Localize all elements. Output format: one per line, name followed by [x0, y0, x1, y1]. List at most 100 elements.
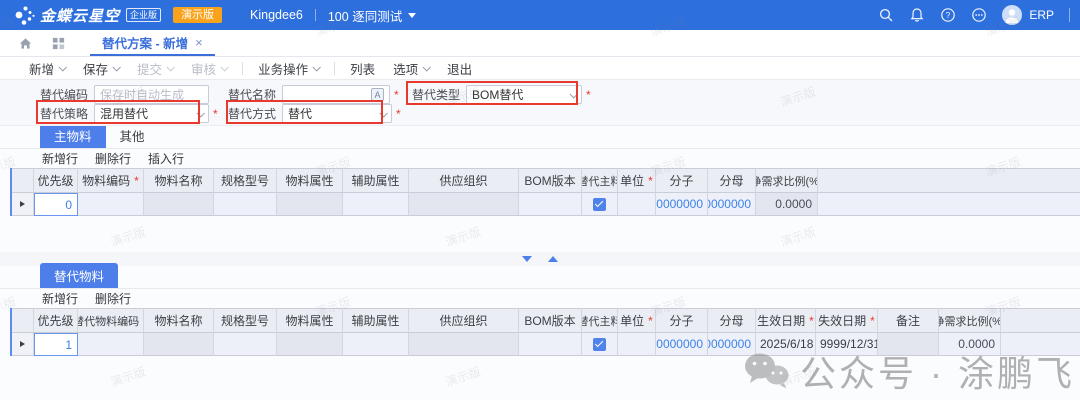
delete-row-button[interactable]: 删除行: [95, 290, 131, 307]
row-selector[interactable]: [12, 193, 34, 216]
save-button[interactable]: 保存: [83, 59, 119, 78]
cell-spec-model[interactable]: [214, 193, 277, 216]
required-marker: *: [394, 88, 399, 102]
cell-remark[interactable]: [878, 333, 939, 356]
delete-row-button[interactable]: 删除行: [95, 150, 131, 167]
row-filler: [1001, 333, 1080, 356]
cell-unit[interactable]: [618, 333, 656, 356]
add-row-button[interactable]: 新增行: [42, 290, 78, 307]
tab-other[interactable]: 其他: [106, 123, 159, 148]
cell-material-attr[interactable]: [277, 333, 343, 356]
checkbox-checked-icon[interactable]: [593, 198, 606, 211]
cell-substitute-material-code[interactable]: [78, 333, 144, 356]
header-filler: [1001, 308, 1080, 333]
field-substitution-type: 替代类型 BOM替代 *: [412, 85, 591, 104]
cell-supply-org[interactable]: [409, 193, 519, 216]
svg-text:?: ?: [946, 10, 951, 20]
substitution-code-input[interactable]: [100, 88, 203, 102]
cell-bom-version[interactable]: [519, 193, 582, 216]
cell-material-name[interactable]: [144, 333, 214, 356]
substitution-type-select[interactable]: BOM替代: [466, 85, 582, 104]
exit-button[interactable]: 退出: [447, 59, 472, 78]
sub-grid-header: 优先级 替代物料编码* 物料名称 规格型号 物料属性 辅助属性 供应组织 BOM…: [12, 308, 1080, 333]
sub-grid-row: 1 1.00000000 1.00000000 2025/6/18 9999/1…: [12, 333, 1080, 356]
cell-bom-version[interactable]: [519, 333, 582, 356]
toolbar-divider: [334, 62, 335, 75]
cell-numerator[interactable]: 1.00000000: [656, 193, 708, 216]
cell-substitute-main[interactable]: [582, 193, 618, 216]
substitution-name-input[interactable]: [288, 88, 371, 102]
main-section-tabs: 主物料 其他: [0, 126, 1080, 149]
menu-grid-icon[interactable]: [51, 36, 66, 51]
collapse-up-icon[interactable]: [548, 256, 558, 262]
header-row-selector: [12, 168, 34, 193]
main-grid-actions: 新增行 删除行 插入行: [0, 149, 1080, 168]
cell-net-ratio[interactable]: 0.0000: [939, 333, 1001, 356]
substitution-mode-select[interactable]: 替代: [282, 104, 392, 123]
cell-spec-model[interactable]: [214, 333, 277, 356]
checkbox-checked-icon[interactable]: [593, 338, 606, 351]
new-button[interactable]: 新增: [29, 59, 65, 78]
field-substitution-name: 替代名称 *: [228, 85, 399, 104]
cell-aux-attr[interactable]: [343, 193, 409, 216]
locale-icon[interactable]: [371, 88, 384, 101]
cell-priority[interactable]: 0: [34, 193, 78, 216]
collapse-down-icon[interactable]: [522, 256, 532, 262]
list-button[interactable]: 列表: [350, 59, 375, 78]
chevron-down-icon: [379, 109, 387, 117]
cell-aux-attr[interactable]: [343, 333, 409, 356]
main-material-grid: 优先级 物料编码* 物料名称 规格型号 物料属性 辅助属性 供应组织 BOM版本…: [10, 168, 1080, 216]
toolbar-divider: [242, 62, 243, 75]
panel-splitter: [0, 252, 1080, 266]
substitution-strategy-select[interactable]: 混用替代: [94, 104, 209, 123]
header-remark: 备注: [878, 308, 939, 333]
brand-title: 金蝶云星空: [40, 5, 120, 26]
header-material-code: 物料编码*: [78, 168, 144, 193]
required-marker: *: [213, 107, 218, 121]
header-substitute-main: 替代主料: [582, 168, 618, 193]
tab-substitution-plan-new[interactable]: 替代方案 - 新增 ×: [90, 30, 215, 56]
row-indicator-icon: [20, 341, 25, 347]
cell-net-ratio[interactable]: 0.0000: [756, 193, 818, 216]
header-numerator: 分子: [656, 168, 708, 193]
cell-priority[interactable]: 1: [34, 333, 78, 356]
assistant-icon[interactable]: [971, 7, 987, 23]
header-substitute-material-code: 替代物料编码*: [78, 308, 144, 333]
header-priority: 优先级: [34, 308, 78, 333]
add-row-button[interactable]: 新增行: [42, 150, 78, 167]
cell-numerator[interactable]: 1.00000000: [656, 333, 708, 356]
cell-material-name[interactable]: [144, 193, 214, 216]
cell-material-code[interactable]: [78, 193, 144, 216]
insert-row-button[interactable]: 插入行: [148, 150, 184, 167]
required-marker: *: [586, 88, 591, 102]
row-selector[interactable]: [12, 333, 34, 356]
cell-denominator[interactable]: 1.00000000: [708, 193, 756, 216]
header-material-attr: 物料属性: [277, 308, 343, 333]
help-icon[interactable]: ?: [940, 7, 956, 23]
cell-denominator[interactable]: 1.00000000: [708, 333, 756, 356]
cell-unit[interactable]: [618, 193, 656, 216]
business-operation-button[interactable]: 业务操作: [258, 59, 319, 78]
cell-expiry-date[interactable]: 9999/12/31: [816, 333, 878, 356]
row-filler: [818, 193, 1080, 216]
required-marker: *: [396, 107, 401, 121]
close-icon[interactable]: ×: [195, 35, 203, 50]
notification-bell-icon[interactable]: [909, 7, 925, 23]
content-area: 主物料 其他 新增行 删除行 插入行 优先级 物料编码* 物料名称 规格型号 物…: [0, 126, 1080, 400]
header-effective-date: 生效日期*: [756, 308, 816, 333]
cell-effective-date[interactable]: 2025/6/18: [756, 333, 816, 356]
account-label[interactable]: ERP: [1029, 8, 1054, 22]
user-avatar[interactable]: [1002, 5, 1022, 25]
sub-section-tabs: 替代物料: [0, 266, 1080, 289]
tab-main-material[interactable]: 主物料: [40, 123, 106, 148]
sub-grid-actions: 新增行 删除行: [0, 289, 1080, 308]
org-switcher[interactable]: 100 逐同测试: [328, 6, 416, 25]
options-button[interactable]: 选项: [393, 59, 429, 78]
cell-substitute-main[interactable]: [582, 333, 618, 356]
cell-supply-org[interactable]: [409, 333, 519, 356]
home-icon[interactable]: [18, 36, 33, 51]
user-name[interactable]: Kingdee6: [250, 8, 303, 22]
tab-substitute-material[interactable]: 替代物料: [40, 263, 118, 288]
search-icon[interactable]: [878, 7, 894, 23]
cell-material-attr[interactable]: [277, 193, 343, 216]
